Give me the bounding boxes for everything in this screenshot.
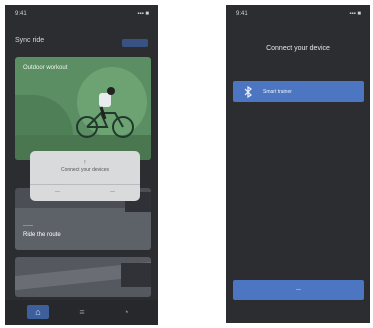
cyclist-illustration xyxy=(76,87,134,138)
status-time: 9:41 xyxy=(15,11,27,17)
status-bar: 9:41 ▪▪▪ ■ xyxy=(5,11,158,19)
home-icon: ⌂ xyxy=(35,307,41,317)
featured-workout-card[interactable]: Outdoor workout xyxy=(15,57,151,160)
continue-button[interactable]: — xyxy=(233,280,364,300)
card-foliage xyxy=(15,95,73,135)
dialog-message: Connect your devices xyxy=(60,167,110,173)
bluetooth-glyph xyxy=(244,85,252,98)
list-icon: ≡ xyxy=(79,307,85,317)
bluetooth-icon xyxy=(239,83,257,101)
left-phone-screen: 9:41 ▪▪▪ ■ Sync ride Outdoor workout —— … xyxy=(5,5,158,325)
route-card-subtitle: —— xyxy=(23,223,33,229)
tab-profile[interactable]: ◔ xyxy=(115,305,137,319)
status-signal: ▪▪▪ ■ xyxy=(349,11,361,17)
device-list-item[interactable]: Smart trainer xyxy=(233,81,364,102)
status-bar: 9:41 ▪▪▪ ■ xyxy=(226,11,370,19)
page-title: Sync ride xyxy=(15,37,45,44)
alert-dialog: ! Connect your devices — — xyxy=(30,151,140,201)
featured-card-title: Outdoor workout xyxy=(23,65,68,71)
dialog-icon: ! xyxy=(84,160,86,166)
dialog-cancel-button[interactable]: — xyxy=(30,189,85,195)
profile-icon: ◔ xyxy=(123,307,129,317)
header-action-button[interactable] xyxy=(122,39,148,47)
status-time: 9:41 xyxy=(236,11,248,17)
page-title: Connect your device xyxy=(266,45,330,52)
route-card-image xyxy=(15,208,151,250)
route-card-caption: Ride the route xyxy=(23,232,61,238)
dialog-divider xyxy=(30,184,140,185)
status-signal: ▪▪▪ ■ xyxy=(137,11,149,17)
tab-home[interactable]: ⌂ xyxy=(27,305,49,319)
device-name: Smart trainer xyxy=(263,88,292,95)
dialog-ok-button[interactable]: — xyxy=(85,189,140,195)
list-item[interactable] xyxy=(15,257,151,297)
tab-bar: ⌂ ≡ ◔ xyxy=(5,300,158,325)
card-overlay xyxy=(121,263,151,287)
tab-list[interactable]: ≡ xyxy=(71,305,93,319)
right-phone-screen: 9:41 ▪▪▪ ■ Connect your device Smart tra… xyxy=(226,5,370,323)
